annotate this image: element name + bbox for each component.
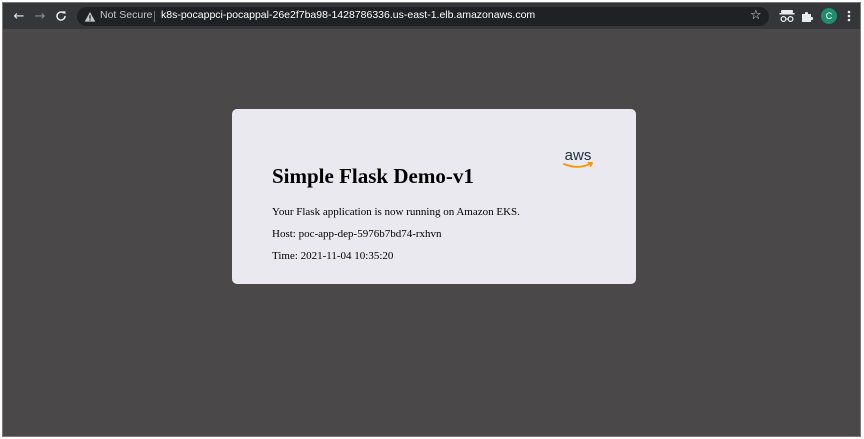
time-info: Time: 2021-11-04 10:35:20 <box>272 250 394 262</box>
warning-icon[interactable] <box>84 10 96 22</box>
extensions-puzzle-icon[interactable] <box>798 7 816 25</box>
host-info: Host: poc-app-dep-5976b7bd74-rxhvn <box>272 228 442 240</box>
omnibox-separator <box>154 11 155 22</box>
content-card: aws Simple Flask Demo-v1 Your Flask appl… <box>232 109 636 284</box>
aws-logo: aws <box>563 147 593 168</box>
reload-icon[interactable] <box>51 6 71 26</box>
forward-arrow-icon[interactable]: → <box>30 6 50 26</box>
security-status-label[interactable]: Not Secure <box>100 9 153 21</box>
browser-window: ← → Not Secure k8s-pocappci-pocappal-26e… <box>2 2 861 437</box>
incognito-icon[interactable] <box>778 7 796 25</box>
back-arrow-icon[interactable]: ← <box>9 6 29 26</box>
status-message: Your Flask application is now running on… <box>272 206 520 218</box>
more-vert-icon[interactable] <box>843 7 855 25</box>
svg-text:aws: aws <box>565 147 592 164</box>
url-text[interactable]: k8s-pocappci-pocappal-26e2f7ba98-1428786… <box>161 9 535 21</box>
address-bar[interactable]: Not Secure k8s-pocappci-pocappal-26e2f7b… <box>77 7 769 26</box>
star-icon[interactable]: ☆ <box>750 8 762 23</box>
browser-toolbar: ← → Not Secure k8s-pocappci-pocappal-26e… <box>3 3 860 29</box>
profile-avatar[interactable]: C <box>821 8 837 24</box>
page-title: Simple Flask Demo-v1 <box>272 164 474 188</box>
